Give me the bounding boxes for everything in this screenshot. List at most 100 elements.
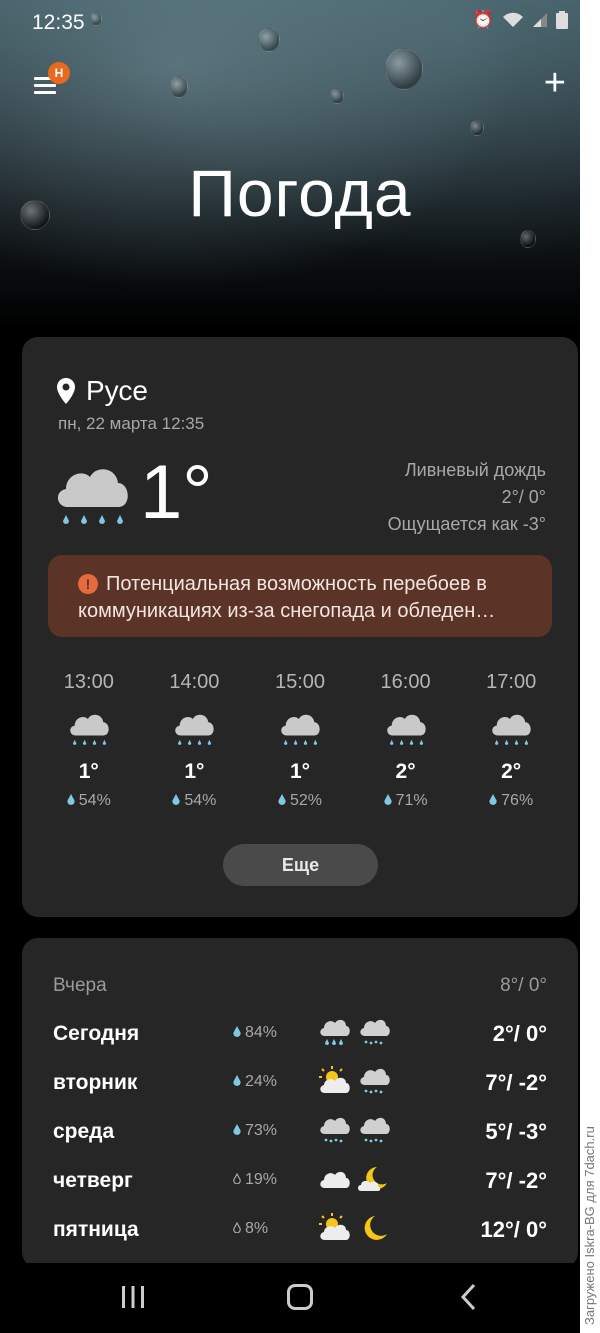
raindrop-decoration: [470, 120, 484, 136]
day-temps: 5°/ -3°: [485, 1119, 547, 1144]
rain-cloud-icon: [273, 708, 327, 752]
day-precip: 8%: [233, 1220, 268, 1238]
sun-cloud-icon: [317, 1065, 351, 1097]
droplet-icon: [278, 794, 286, 805]
droplet-icon: [233, 1124, 241, 1135]
day-name: среда: [53, 1120, 115, 1143]
raindrop-decoration: [330, 88, 344, 104]
droplet-outline-icon: [233, 1173, 241, 1184]
daily-row[interactable]: вторник 24% 7°/ -2°: [53, 1065, 547, 1105]
day-precip-value: 19%: [245, 1171, 278, 1188]
current-weather-card[interactable]: Русе пн, 22 марта 12:35 1° Ливневый дожд…: [22, 337, 578, 917]
alert-text: Потенциальная возможность перебоев в ком…: [78, 573, 496, 622]
day-temps: 7°/ -2°: [485, 1070, 547, 1095]
status-time: 12:35: [32, 11, 85, 34]
location-datetime: пн, 22 марта 12:35: [58, 414, 205, 433]
alert-icon: !: [78, 574, 98, 594]
hour-precip-value: 76%: [501, 792, 534, 809]
snow-cloud-icon: [357, 1114, 391, 1146]
add-location-button[interactable]: +: [544, 64, 566, 102]
location-pin-icon: [57, 378, 75, 404]
hourly-item: 13:00 1° 54%: [36, 671, 142, 810]
droplet-icon: [233, 1026, 241, 1037]
cloud-icon: [317, 1163, 351, 1195]
hour-precip-value: 52%: [289, 792, 322, 809]
day-precip-value: 84%: [245, 1024, 278, 1041]
back-icon[interactable]: [460, 1283, 476, 1311]
status-bar: 12:35 ⏰: [0, 0, 580, 46]
hourly-item: 16:00 2° 71%: [353, 671, 459, 810]
day-precip-value: 73%: [245, 1122, 278, 1139]
hour-time: 15:00: [274, 671, 326, 693]
watermark-text: Загружено Iskra-BG для 7dach.ru: [582, 1126, 597, 1325]
current-high-low: 2°/ 0°: [501, 487, 546, 507]
current-condition: Ливневый дождь: [404, 460, 546, 480]
more-button[interactable]: Еще: [223, 844, 378, 886]
hourly-item: 14:00 1° 54%: [142, 671, 248, 810]
hour-temp: 1°: [289, 760, 311, 783]
rain-cloud-icon: [167, 708, 221, 752]
battery-icon: [556, 11, 568, 29]
droplet-icon: [384, 794, 392, 805]
hour-precip: 52%: [247, 792, 353, 810]
rain-cloud-icon: [62, 708, 116, 752]
page-title: Погода: [188, 156, 412, 230]
feels-like: Ощущается как -3°: [387, 514, 546, 534]
menu-button[interactable]: H: [32, 62, 70, 100]
day-precip-value: 8%: [245, 1220, 269, 1237]
day-precip: 73%: [233, 1122, 277, 1140]
hour-time: 13:00: [63, 671, 114, 693]
hourly-forecast: 13:00 1° 54% 14:00 1° 54% 15:00 1° 52% 1…: [36, 671, 564, 810]
hour-temp: 2°: [395, 760, 416, 783]
yesterday-label: Вчера: [53, 975, 107, 996]
hour-temp: 1°: [184, 760, 205, 783]
hour-precip: 71%: [353, 792, 459, 810]
notification-badge: H: [48, 62, 70, 84]
raindrop-decoration: [520, 230, 536, 248]
day-name: четверг: [53, 1169, 133, 1192]
hour-precip-value: 54%: [78, 792, 111, 809]
hour-time: 14:00: [169, 671, 220, 693]
moon-cloud-icon: [357, 1163, 391, 1195]
hourly-item: 17:00 2° 76%: [458, 671, 564, 810]
home-icon[interactable]: [287, 1284, 313, 1310]
day-precip-value: 24%: [245, 1073, 278, 1090]
status-icons: ⏰: [473, 10, 568, 30]
day-name: вторник: [53, 1071, 138, 1094]
droplet-icon: [489, 794, 497, 805]
current-details: Ливневый дождь 2°/ 0° Ощущается как -3°: [388, 457, 546, 538]
hour-precip: 76%: [458, 792, 564, 810]
daily-forecast-card[interactable]: Вчера 8°/ 0° Сегодня 84% 2°/ 0° вторник …: [22, 938, 578, 1268]
day-precip: 24%: [233, 1073, 277, 1091]
hour-temp: 2°: [501, 760, 522, 783]
alarm-icon: ⏰: [472, 10, 494, 29]
menu-icon-bar: [34, 91, 56, 94]
weather-alert-banner[interactable]: ! Потенциальная возможность перебоев в ко…: [48, 555, 552, 637]
hour-time: 16:00: [380, 671, 431, 693]
sun-cloud-icon: [317, 1212, 351, 1244]
day-precip: 19%: [233, 1171, 277, 1189]
snow-cloud-icon: [317, 1114, 351, 1146]
hour-precip-value: 54%: [184, 792, 217, 809]
hour-precip: 54%: [36, 792, 142, 810]
day-temps: 12°/ 0°: [480, 1217, 547, 1242]
raindrop-decoration: [385, 48, 423, 90]
moon-icon: [357, 1212, 391, 1244]
daily-row[interactable]: четверг 19% 7°/ -2°: [53, 1163, 547, 1203]
hour-precip-value: 71%: [395, 792, 428, 809]
daily-row[interactable]: Сегодня 84% 2°/ 0°: [53, 1016, 547, 1056]
rain-cloud-icon: [50, 457, 134, 537]
hourly-item: 15:00 1° 52%: [247, 671, 353, 810]
location-name: Русе: [86, 375, 148, 406]
yesterday-temps: 8°/ 0°: [500, 975, 547, 996]
daily-row[interactable]: пятница 8% 12°/ 0°: [53, 1212, 547, 1252]
day-name: пятница: [53, 1218, 139, 1241]
system-navigation-bar: [0, 1263, 580, 1333]
rain-cloud-icon: [317, 1016, 351, 1048]
menu-icon-bar: [34, 84, 56, 87]
hour-precip: 54%: [142, 792, 248, 810]
recent-apps-icon[interactable]: [120, 1285, 146, 1309]
daily-row[interactable]: среда 73% 5°/ -3°: [53, 1114, 547, 1154]
droplet-outline-icon: [233, 1222, 241, 1233]
wifi-icon: [503, 12, 523, 27]
